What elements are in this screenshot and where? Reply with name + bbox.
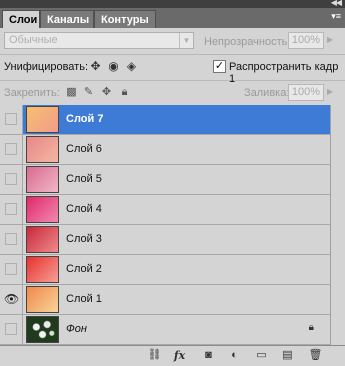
blend-mode-select[interactable]: Обычные ▼ (4, 32, 194, 49)
lock-position-icon[interactable]: ✥ (99, 85, 114, 100)
visibility-empty-box (5, 173, 17, 185)
tab-paths[interactable]: Контуры (94, 10, 156, 28)
layer-thumbnail (26, 166, 59, 193)
layer-thumbnail (26, 136, 59, 163)
unify-row: Унифицировать: ✥ ◉ ◈ ✓ Распространить ка… (0, 55, 345, 85)
opacity-field[interactable]: 100% (288, 32, 324, 49)
layer-name: Слой 5 (66, 173, 102, 185)
layer-content[interactable]: Слой 6 (23, 135, 330, 164)
fill-arrow-icon[interactable]: ▶ (327, 87, 333, 96)
layer-thumbnail (26, 256, 59, 283)
layer-name: Слой 3 (66, 233, 102, 245)
unify-visibility-icon[interactable]: ◉ (106, 59, 121, 74)
layer-content[interactable]: Слой 3 (23, 225, 330, 254)
lock-transparency-icon[interactable]: ▩ (64, 85, 79, 100)
fx-icon[interactable]: fx (172, 348, 187, 363)
layer-visibility-toggle[interactable] (0, 195, 23, 224)
layer-content[interactable]: Слой 2 (23, 255, 330, 284)
visibility-empty-box (5, 203, 17, 215)
layer-thumbnail (26, 106, 59, 133)
lock-all-icon[interactable]: 🔒︎ (117, 85, 132, 100)
layer-thumbnail (26, 316, 59, 343)
lock-label: Закрепить: (4, 87, 60, 99)
adjustment-layer-icon[interactable]: ◐ (227, 348, 242, 363)
layers-panel: ◀◀ Слои Каналы Контуры ▾≡ Обычные ▼ Непр… (0, 0, 345, 366)
layer-name: Фон (66, 323, 87, 335)
lock-icon: 🔒︎ (308, 322, 314, 333)
layer-name: Слой 2 (66, 263, 102, 275)
layer-visibility-toggle[interactable] (0, 225, 23, 254)
layer-name: Слой 4 (66, 203, 102, 215)
layer-row[interactable]: 👁︎ Слой 1 (0, 285, 330, 315)
visibility-empty-box (5, 323, 17, 335)
tab-layers[interactable]: Слои (2, 10, 40, 28)
lock-fill-row: Закрепить: ▩ ✎ ✥ 🔒︎ Заливка: 100% ▶ (0, 81, 345, 106)
add-mask-icon[interactable]: ◙ (201, 348, 216, 363)
layer-content[interactable]: Слой 1 (23, 285, 330, 314)
layer-row[interactable]: Слой 2 (0, 255, 330, 285)
layer-thumbnail (26, 196, 59, 223)
layer-visibility-toggle[interactable]: 👁︎ (0, 285, 23, 314)
propagate-frame-checkbox[interactable]: ✓ (213, 60, 226, 73)
layer-visibility-toggle[interactable] (0, 255, 23, 284)
layers-bottom-toolbar: ⛓ fx ◙ ◐ ▭ ▤ 🗑︎ (0, 345, 345, 366)
layer-row[interactable]: Слой 5 (0, 165, 330, 195)
layer-row[interactable]: Слой 4 (0, 195, 330, 225)
panel-menu-icon[interactable]: ▾≡ (331, 11, 341, 22)
link-layers-icon[interactable]: ⛓ (147, 348, 162, 363)
layer-row[interactable]: Слой 7 (0, 105, 330, 135)
layer-row[interactable]: Слой 3 (0, 225, 330, 255)
chevron-down-icon: ▼ (179, 33, 193, 48)
visibility-empty-box (5, 233, 17, 245)
visibility-empty-box (5, 263, 17, 275)
layers-list: Слой 7 Слой 6 Слой 5 Слой 4 Слой 3 Слой 2 👁︎ Сл… (0, 105, 330, 345)
layer-row[interactable]: Фон 🔒︎ (0, 315, 330, 345)
new-group-icon[interactable]: ▭ (254, 348, 269, 363)
panel-top-strip: ◀◀ (0, 0, 345, 8)
eye-icon: 👁︎ (4, 292, 20, 306)
blend-mode-value: Обычные (9, 34, 58, 46)
layer-name: Слой 1 (66, 293, 102, 305)
tab-channels[interactable]: Каналы (40, 10, 94, 28)
layer-content[interactable]: Фон 🔒︎ (23, 315, 330, 344)
layer-content[interactable]: Слой 7 (23, 105, 330, 134)
layer-visibility-toggle[interactable] (0, 105, 23, 134)
delete-layer-icon[interactable]: 🗑︎ (308, 348, 323, 363)
unify-label: Унифицировать: (4, 61, 89, 73)
unify-position-icon[interactable]: ✥ (88, 59, 103, 74)
layer-row[interactable]: Слой 6 (0, 135, 330, 165)
layer-content[interactable]: Слой 5 (23, 165, 330, 194)
visibility-empty-box (5, 143, 17, 155)
collapse-icon[interactable]: ◀◀ (331, 0, 342, 7)
lock-paint-icon[interactable]: ✎ (81, 85, 96, 100)
layer-name: Слой 6 (66, 143, 102, 155)
fill-field[interactable]: 100% (288, 84, 324, 101)
layer-name: Слой 7 (66, 113, 104, 125)
layer-visibility-toggle[interactable] (0, 315, 23, 344)
layer-visibility-toggle[interactable] (0, 165, 23, 194)
layer-visibility-toggle[interactable] (0, 135, 23, 164)
opacity-label: Непрозрачность: (204, 36, 291, 48)
tab-bar: Слои Каналы Контуры ▾≡ (0, 8, 345, 28)
layer-thumbnail (26, 226, 59, 253)
new-layer-icon[interactable]: ▤ (280, 348, 295, 363)
fill-label: Заливка: (244, 87, 290, 99)
layer-thumbnail (26, 286, 59, 313)
blend-opacity-row: Обычные ▼ Непрозрачность: 100% ▶ (0, 28, 345, 55)
unify-style-icon[interactable]: ◈ (124, 59, 139, 74)
layers-scrollbar[interactable] (330, 105, 345, 345)
visibility-empty-box (5, 113, 17, 125)
layer-content[interactable]: Слой 4 (23, 195, 330, 224)
opacity-arrow-icon[interactable]: ▶ (327, 35, 333, 44)
